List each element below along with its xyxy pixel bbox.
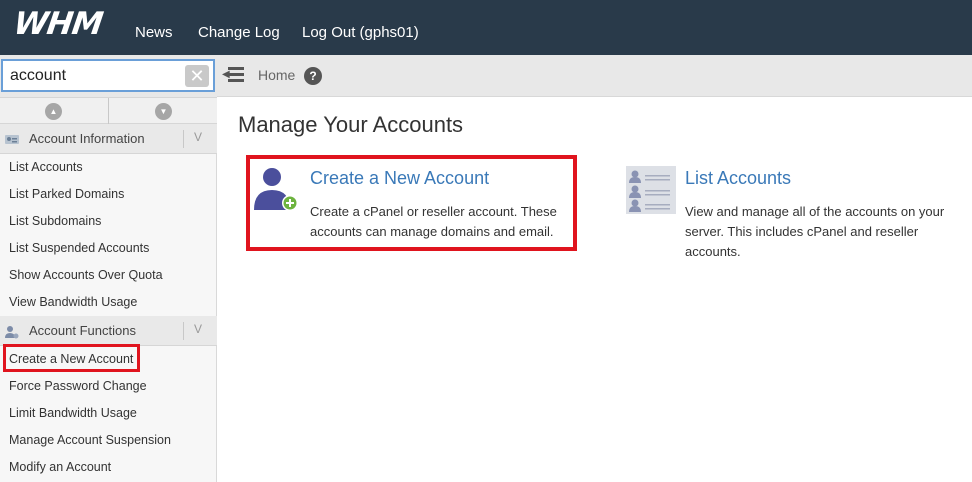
menu-toggle-icon[interactable]: ◀ xyxy=(222,65,246,85)
create-new-account-link[interactable]: Create a New Account xyxy=(310,168,489,189)
collapse-expand-row: ▲ ▼ xyxy=(0,97,217,124)
sidebar-item-show-accounts-over-quota[interactable]: Show Accounts Over Quota xyxy=(9,268,163,282)
sidebar-item-limit-bandwidth-usage[interactable]: Limit Bandwidth Usage xyxy=(9,406,137,420)
divider xyxy=(183,322,184,340)
user-list-icon[interactable] xyxy=(626,166,676,214)
sidebar-item-list-parked-domains[interactable]: List Parked Domains xyxy=(9,187,124,201)
nav-news-link[interactable]: News xyxy=(135,0,173,55)
divider xyxy=(183,130,184,148)
sidebar-item-manage-account-suspension[interactable]: Manage Account Suspension xyxy=(9,433,171,447)
sidebar-item-list-suspended-accounts[interactable]: List Suspended Accounts xyxy=(9,241,149,255)
nav-log-out-link[interactable]: Log Out (gphs01) xyxy=(302,0,419,55)
id-card-icon xyxy=(4,132,20,146)
breadcrumb: ◀ Home ? xyxy=(217,55,972,97)
close-icon[interactable]: ✕ xyxy=(185,65,209,87)
user-gear-icon xyxy=(4,324,20,339)
sidebar-item-view-bandwidth-usage[interactable]: View Bandwidth Usage xyxy=(9,295,137,309)
expand-all-icon[interactable]: ▼ xyxy=(155,103,172,120)
sidebar-group-account-functions[interactable]: Account Functions V xyxy=(0,316,217,346)
whm-logo[interactable]: WHM xyxy=(11,6,104,42)
breadcrumb-home-link[interactable]: Home xyxy=(258,67,295,83)
sidebar-group-account-information[interactable]: Account Information V xyxy=(0,124,217,154)
top-bar: WHM News Change Log Log Out (gphs01) xyxy=(0,0,972,55)
page-title: Manage Your Accounts xyxy=(238,112,464,137)
sidebar-item-create-new-account[interactable]: Create a New Account xyxy=(9,352,133,366)
chevron-down-icon[interactable]: V xyxy=(194,322,202,336)
create-new-account-description: Create a cPanel or reseller account. The… xyxy=(310,204,557,239)
nav-change-log-link[interactable]: Change Log xyxy=(198,0,280,55)
add-user-icon[interactable] xyxy=(252,166,300,214)
sidebar-item-modify-account[interactable]: Modify an Account xyxy=(9,460,111,474)
sidebar-item-force-password-change[interactable]: Force Password Change xyxy=(9,379,147,393)
list-accounts-link[interactable]: List Accounts xyxy=(685,168,791,189)
search-input[interactable] xyxy=(1,59,215,92)
collapse-all-icon[interactable]: ▲ xyxy=(45,103,62,120)
sidebar-search: ✕ xyxy=(0,55,217,97)
sidebar-group-label: Account Information xyxy=(29,131,145,146)
sidebar-group-label: Account Functions xyxy=(29,323,136,338)
help-icon[interactable]: ? xyxy=(304,67,322,85)
chevron-down-icon[interactable]: V xyxy=(194,130,202,144)
divider xyxy=(108,98,109,124)
sidebar-item-list-accounts[interactable]: List Accounts xyxy=(9,160,83,174)
sidebar-item-list-subdomains[interactable]: List Subdomains xyxy=(9,214,101,228)
list-accounts-description: View and manage all of the accounts on y… xyxy=(685,204,945,259)
